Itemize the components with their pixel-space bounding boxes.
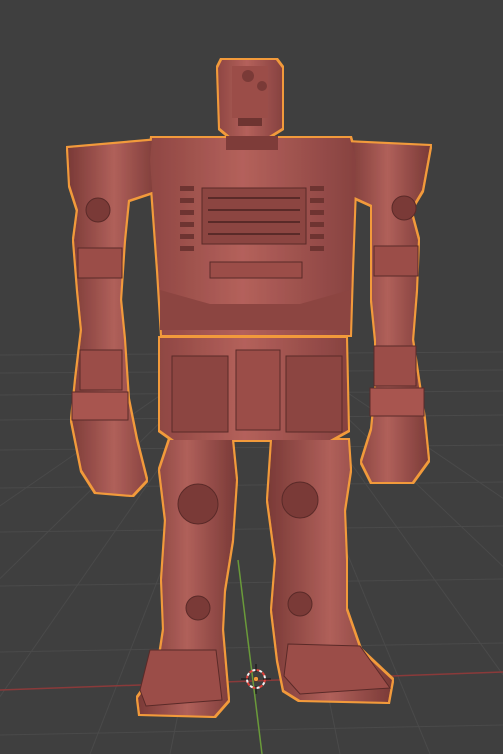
head-eye-right	[257, 81, 267, 91]
viewport-canvas[interactable]	[0, 0, 503, 754]
object-origin-icon	[253, 676, 259, 682]
head-eye-left	[242, 70, 254, 82]
foot-left	[139, 649, 223, 707]
shoulder-joint-right	[391, 195, 417, 221]
shoulder-joint-left	[85, 197, 111, 223]
foot-right	[283, 643, 391, 695]
knee-joint-left	[177, 483, 219, 525]
knee-joint-right	[281, 481, 319, 519]
chest-panel	[201, 187, 307, 245]
3d-viewport[interactable]	[0, 0, 503, 754]
y-axis-line	[237, 559, 263, 754]
robot-arm-left[interactable]	[68, 140, 160, 495]
robot-arm-right[interactable]	[345, 142, 430, 482]
